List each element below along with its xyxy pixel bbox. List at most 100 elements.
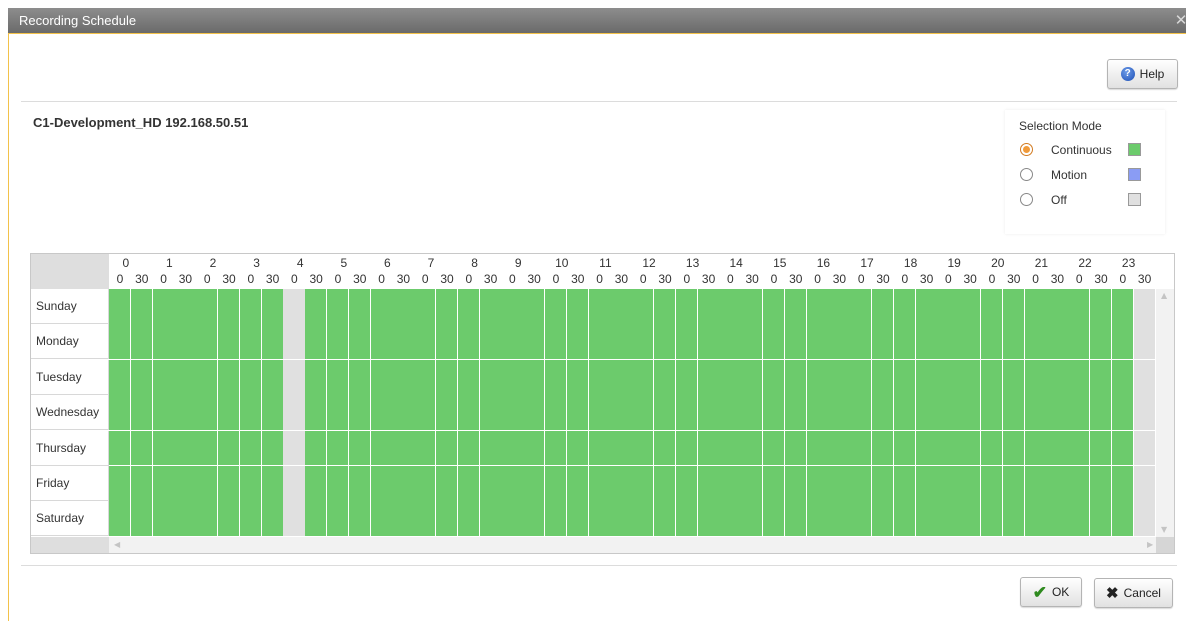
schedule-cell[interactable]	[261, 289, 284, 325]
schedule-cell[interactable]	[479, 466, 502, 502]
schedule-cell[interactable]	[305, 501, 328, 538]
schedule-cell[interactable]	[283, 289, 306, 325]
schedule-cell[interactable]	[632, 466, 655, 502]
schedule-cell[interactable]	[741, 501, 764, 538]
schedule-cell[interactable]	[1024, 289, 1047, 325]
schedule-cell[interactable]	[523, 359, 546, 396]
schedule-cell[interactable]	[305, 466, 328, 502]
schedule-cell[interactable]	[152, 289, 175, 325]
schedule-cell[interactable]	[1002, 395, 1026, 432]
schedule-cell[interactable]	[610, 395, 633, 432]
schedule-cell[interactable]	[610, 324, 633, 361]
schedule-cell[interactable]	[130, 289, 154, 325]
schedule-cell[interactable]	[239, 359, 263, 396]
schedule-cell[interactable]	[763, 289, 786, 325]
schedule-cell[interactable]	[130, 395, 154, 432]
schedule-cell[interactable]	[959, 289, 982, 325]
schedule-cell[interactable]	[152, 466, 175, 502]
schedule-cell[interactable]	[130, 324, 154, 361]
schedule-cell[interactable]	[697, 466, 720, 502]
schedule-cell[interactable]	[501, 289, 524, 325]
schedule-cell[interactable]	[196, 324, 219, 361]
schedule-cell[interactable]	[283, 395, 306, 432]
schedule-cell[interactable]	[828, 430, 851, 467]
schedule-cell[interactable]	[959, 466, 982, 502]
schedule-cell[interactable]	[784, 501, 808, 538]
schedule-cell[interactable]	[327, 430, 350, 467]
schedule-cell[interactable]	[218, 359, 241, 396]
schedule-cell[interactable]	[261, 359, 284, 396]
schedule-cell[interactable]	[283, 430, 306, 467]
schedule-cell[interactable]	[109, 466, 132, 502]
schedule-cell[interactable]	[174, 501, 197, 538]
schedule-cell[interactable]	[741, 430, 764, 467]
schedule-cell[interactable]	[828, 359, 851, 396]
schedule-cell[interactable]	[501, 359, 524, 396]
schedule-cell[interactable]	[937, 501, 960, 538]
schedule-cell[interactable]	[174, 395, 197, 432]
schedule-cell[interactable]	[784, 430, 808, 467]
schedule-cell[interactable]	[1024, 430, 1047, 467]
schedule-cell[interactable]	[915, 466, 938, 502]
schedule-cell[interactable]	[152, 395, 175, 432]
schedule-cell[interactable]	[305, 324, 328, 361]
schedule-cell[interactable]	[1002, 289, 1026, 325]
schedule-cell[interactable]	[719, 466, 742, 502]
schedule-cell[interactable]	[763, 359, 786, 396]
schedule-cell[interactable]	[218, 289, 241, 325]
schedule-cell[interactable]	[501, 466, 524, 502]
schedule-cell[interactable]	[1024, 501, 1047, 538]
schedule-cell[interactable]	[261, 395, 284, 432]
schedule-cell[interactable]	[1024, 466, 1047, 502]
schedule-cell[interactable]	[806, 289, 829, 325]
schedule-cell[interactable]	[1111, 466, 1135, 502]
schedule-cell[interactable]	[610, 430, 633, 467]
schedule-cell[interactable]	[1111, 501, 1135, 538]
schedule-cell[interactable]	[719, 395, 742, 432]
schedule-cell[interactable]	[1111, 430, 1135, 467]
schedule-cell[interactable]	[305, 395, 328, 432]
schedule-cell[interactable]	[436, 501, 459, 538]
schedule-cell[interactable]	[436, 395, 459, 432]
schedule-cell[interactable]	[784, 359, 808, 396]
schedule-cell[interactable]	[654, 395, 677, 432]
schedule-cell[interactable]	[1111, 324, 1135, 361]
schedule-cell[interactable]	[850, 324, 873, 361]
schedule-cell[interactable]	[152, 359, 175, 396]
schedule-cell[interactable]	[545, 324, 568, 361]
schedule-cell[interactable]	[261, 430, 284, 467]
schedule-cell[interactable]	[915, 289, 938, 325]
schedule-cell[interactable]	[1133, 359, 1156, 396]
schedule-cell[interactable]	[457, 430, 481, 467]
schedule-cell[interactable]	[1090, 430, 1113, 467]
schedule-cell[interactable]	[959, 395, 982, 432]
schedule-cell[interactable]	[632, 395, 655, 432]
schedule-cell[interactable]	[588, 430, 611, 467]
schedule-cell[interactable]	[218, 395, 241, 432]
schedule-cell[interactable]	[545, 289, 568, 325]
schedule-cell[interactable]	[327, 395, 350, 432]
schedule-cell[interactable]	[937, 395, 960, 432]
schedule-cell[interactable]	[523, 430, 546, 467]
schedule-cell[interactable]	[981, 324, 1004, 361]
schedule-cell[interactable]	[414, 466, 437, 502]
schedule-cell[interactable]	[1090, 324, 1113, 361]
schedule-cell[interactable]	[632, 359, 655, 396]
schedule-cell[interactable]	[872, 501, 895, 538]
schedule-cell[interactable]	[501, 395, 524, 432]
schedule-cell[interactable]	[1046, 324, 1069, 361]
scroll-down-icon[interactable]: ▼	[1161, 525, 1167, 535]
schedule-cell[interactable]	[1090, 395, 1113, 432]
schedule-cell[interactable]	[174, 324, 197, 361]
cancel-button[interactable]: ✖ Cancel	[1094, 578, 1173, 608]
schedule-cell[interactable]	[261, 466, 284, 502]
schedule-cell[interactable]	[937, 289, 960, 325]
schedule-cell[interactable]	[545, 501, 568, 538]
scroll-right-icon[interactable]: ▶	[1147, 540, 1153, 550]
schedule-cell[interactable]	[305, 289, 328, 325]
schedule-cell[interactable]	[806, 466, 829, 502]
schedule-cell[interactable]	[872, 359, 895, 396]
schedule-cell[interactable]	[1002, 359, 1026, 396]
schedule-cell[interactable]	[872, 466, 895, 502]
schedule-cell[interactable]	[654, 466, 677, 502]
